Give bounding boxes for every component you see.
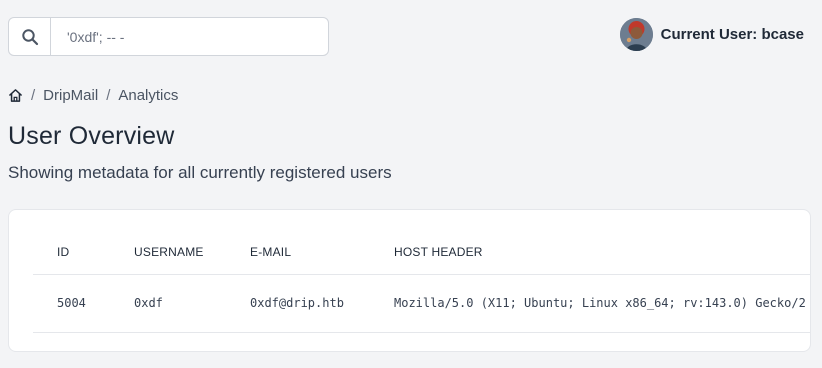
current-user: Current User: bcase [619, 17, 804, 51]
cell-username: 0xdf [110, 273, 226, 333]
table-row: 5004 0xdf 0xdf@drip.htb Mozilla/5.0 (X11… [33, 273, 810, 333]
users-card: ID USERNAME E-MAIL HOST HEADER 5004 0xdf… [8, 209, 811, 352]
breadcrumb-separator: / [31, 86, 36, 104]
column-header-host-header: HOST HEADER [394, 244, 483, 259]
avatar[interactable] [619, 17, 653, 51]
search-box [8, 17, 329, 56]
page-subtitle: Showing metadata for all currently regis… [8, 163, 392, 182]
column-header-id: ID [57, 244, 70, 259]
breadcrumb: / DripMail / Analytics [8, 85, 178, 105]
search-button[interactable] [9, 18, 51, 55]
search-icon [21, 28, 38, 45]
home-icon[interactable] [8, 88, 23, 103]
cell-email: 0xdf@drip.htb [226, 273, 370, 333]
page-title: User Overview [8, 122, 175, 150]
users-table: ID USERNAME E-MAIL HOST HEADER 5004 0xdf… [33, 210, 810, 333]
table-header-row: ID USERNAME E-MAIL HOST HEADER [33, 210, 810, 274]
top-bar: Current User: bcase [0, 0, 822, 72]
breadcrumb-separator: / [106, 86, 111, 104]
current-user-label: Current User: bcase [660, 25, 804, 43]
breadcrumb-analytics[interactable]: Analytics [118, 87, 178, 104]
search-input[interactable] [51, 18, 328, 55]
column-header-email: E-MAIL [250, 244, 292, 259]
cell-id: 5004 [33, 273, 110, 333]
avatar-image [619, 17, 653, 51]
column-header-username: USERNAME [134, 244, 204, 259]
breadcrumb-dripmail[interactable]: DripMail [43, 87, 98, 104]
cell-host-header: Mozilla/5.0 (X11; Ubuntu; Linux x86_64; … [370, 273, 810, 333]
